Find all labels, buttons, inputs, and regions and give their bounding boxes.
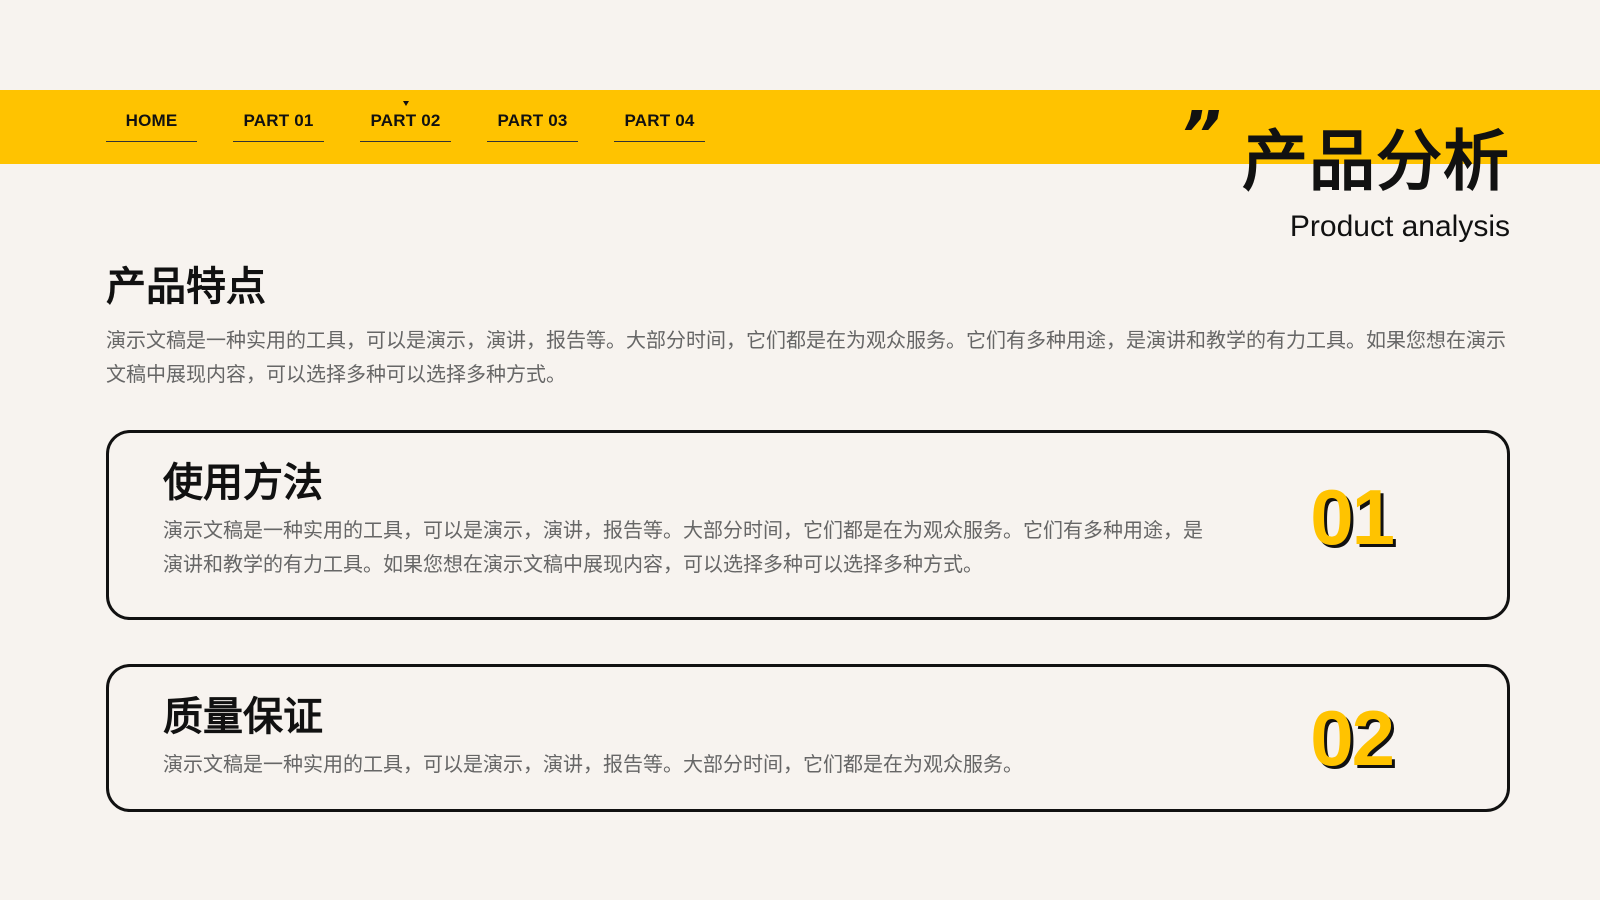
card-number: 02 — [1310, 694, 1395, 782]
active-marker-icon — [402, 101, 409, 106]
card-title: 使用方法 — [163, 460, 323, 506]
nav-item-part-02[interactable]: PART 02 — [360, 100, 451, 142]
nav-item-part-03[interactable]: PART 03 — [487, 100, 578, 142]
card-description: 演示文稿是一种实用的工具，可以是演示，演讲，报告等。大部分时间，它们都是在为观众… — [163, 752, 1023, 776]
nav-item-part-01[interactable]: PART 01 — [233, 100, 324, 142]
quote-mark-icon: ” — [1180, 99, 1222, 173]
card-number: 01 — [1310, 473, 1395, 561]
feature-card-quality: 质量保证 演示文稿是一种实用的工具，可以是演示，演讲，报告等。大部分时间，它们都… — [106, 664, 1510, 812]
nav-item-label: PART 02 — [370, 110, 441, 130]
nav-item-label: PART 03 — [497, 110, 568, 130]
card-description: 演示文稿是一种实用的工具，可以是演示，演讲，报告等。大部分时间，它们都是在为观众… — [163, 518, 1203, 576]
top-nav: HOME PART 01 PART 02 PART 03 PART 04 — [106, 100, 705, 142]
page-title: 产品分析 — [1242, 123, 1510, 200]
page-subtitle: Product analysis — [1289, 210, 1510, 243]
nav-item-label: HOME — [125, 110, 178, 130]
nav-item-part-04[interactable]: PART 04 — [614, 100, 705, 142]
section-description: 演示文稿是一种实用的工具，可以是演示，演讲，报告等。大部分时间，它们都是在为观众… — [106, 328, 1506, 386]
nav-item-home[interactable]: HOME — [106, 100, 197, 142]
nav-item-label: PART 01 — [243, 110, 314, 130]
feature-card-usage: 使用方法 演示文稿是一种实用的工具，可以是演示，演讲，报告等。大部分时间，它们都… — [106, 430, 1510, 620]
slide-page: HOME PART 01 PART 02 PART 03 PART 04 ” 产… — [0, 0, 1600, 900]
section-title: 产品特点 — [106, 264, 266, 310]
card-title: 质量保证 — [163, 694, 323, 740]
nav-item-label: PART 04 — [624, 110, 695, 130]
